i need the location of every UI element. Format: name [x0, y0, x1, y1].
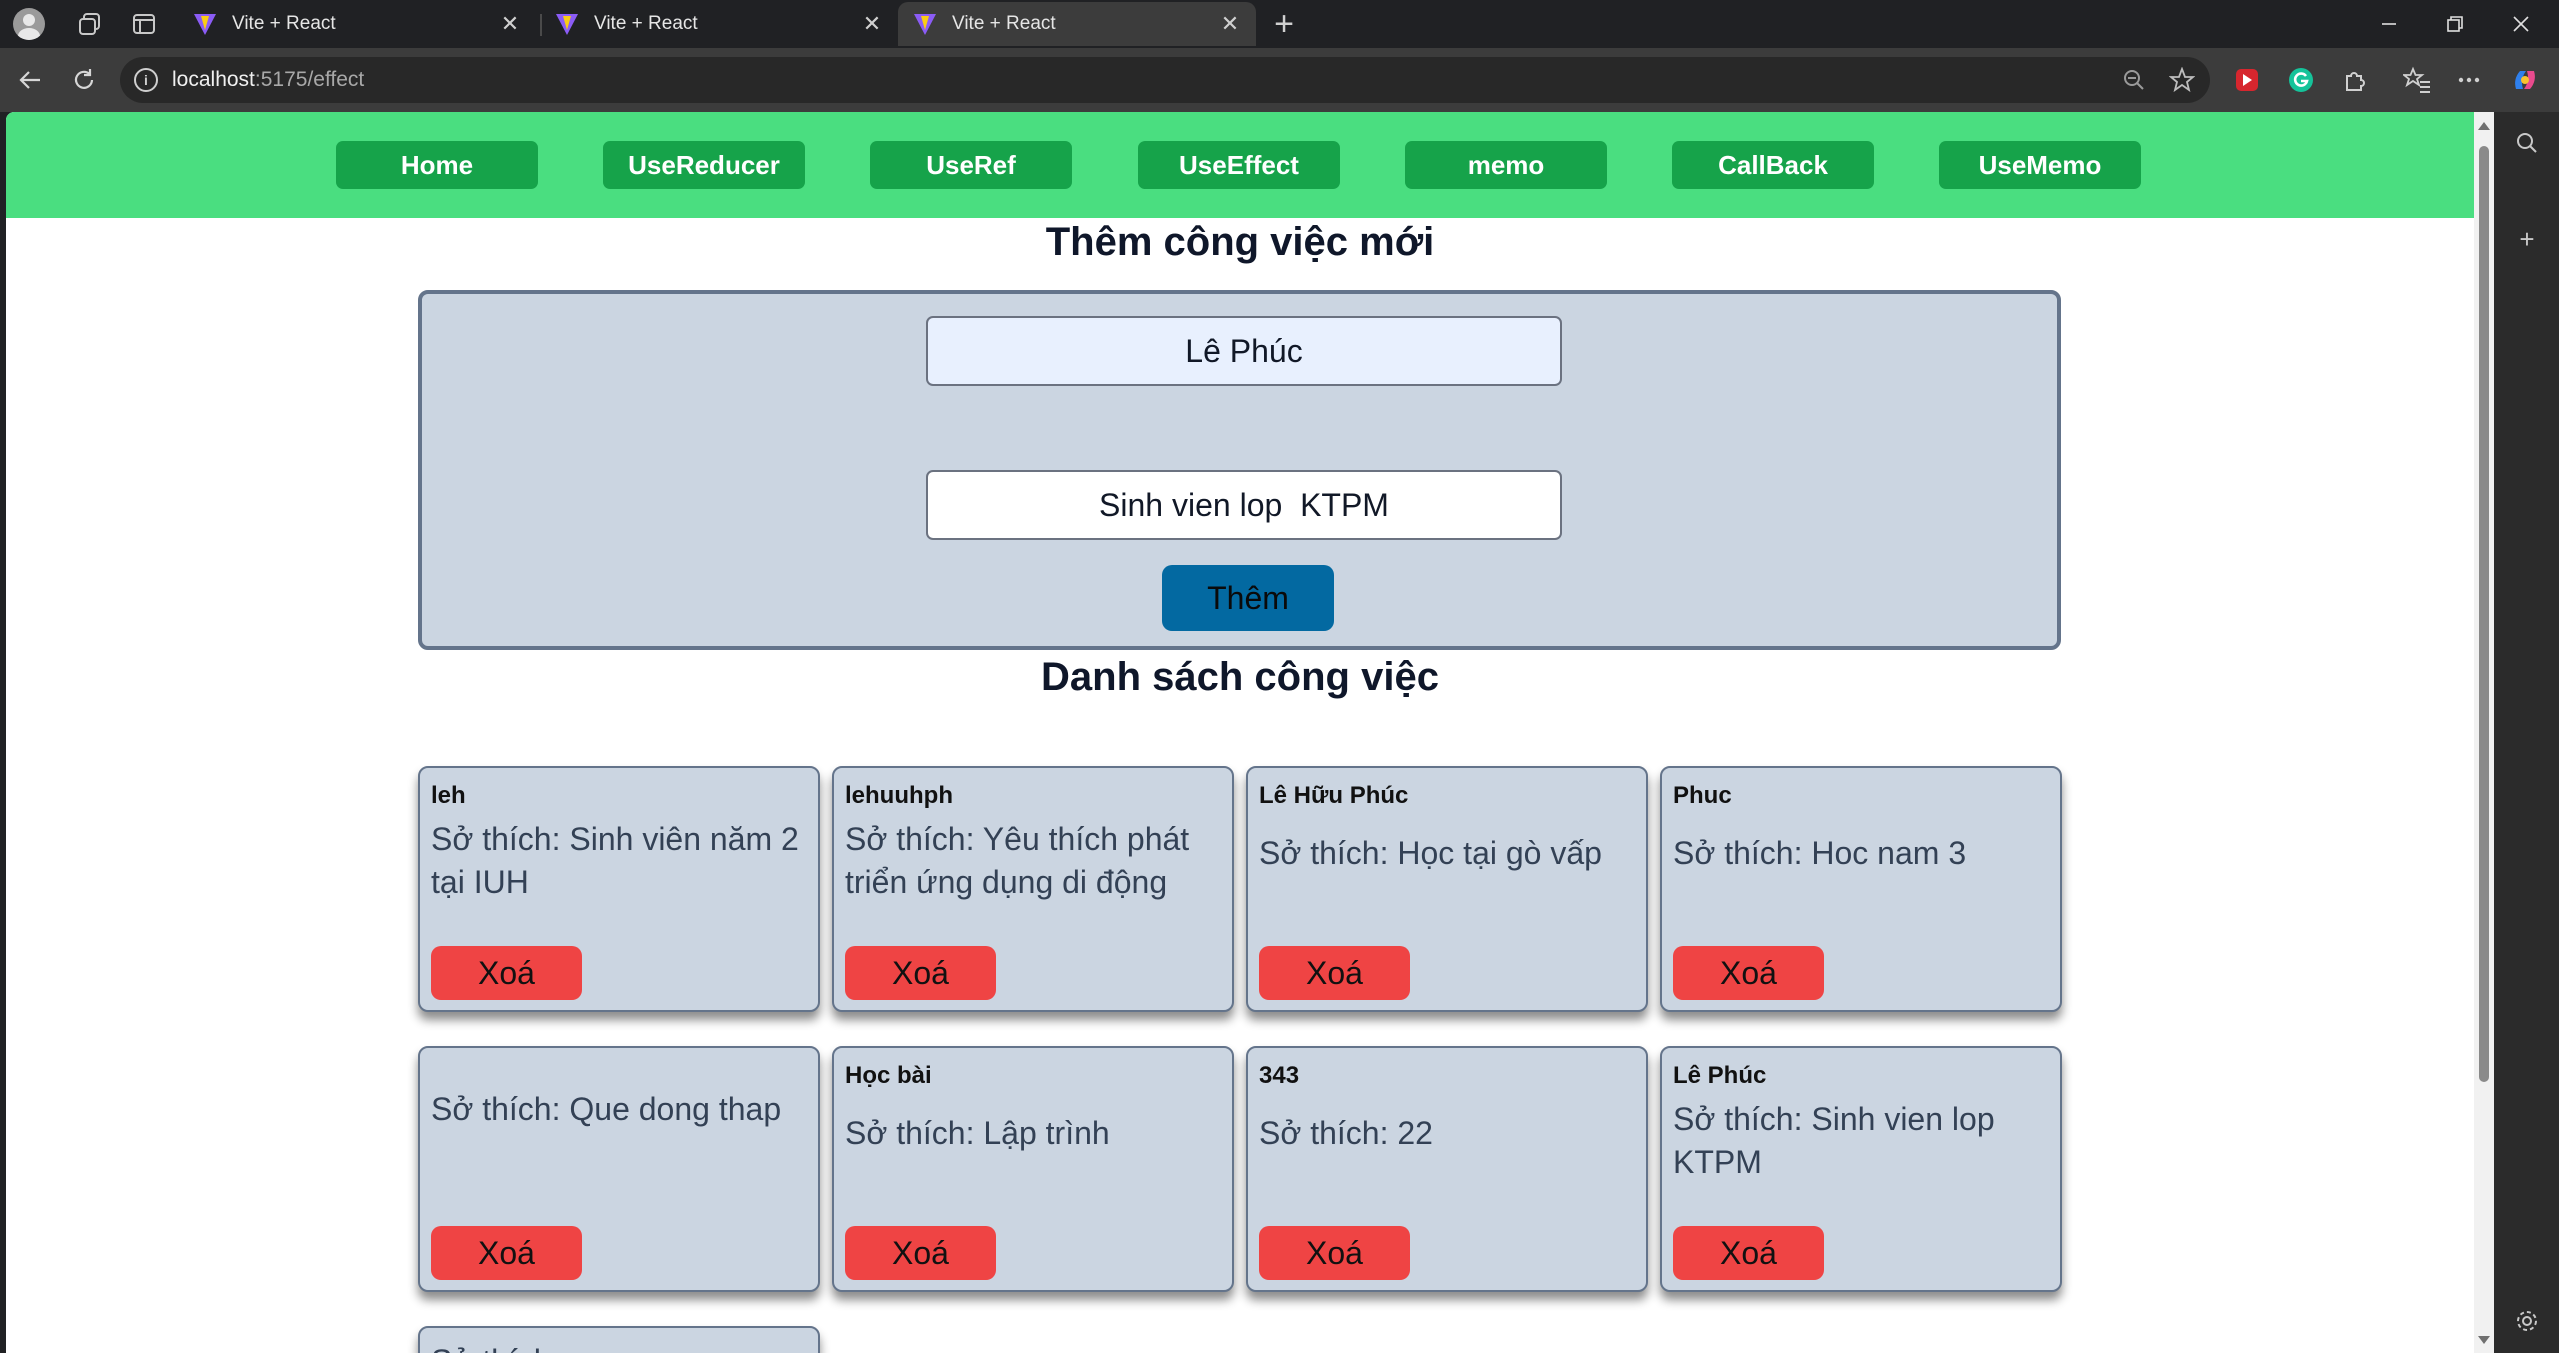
- page-viewport: Home UseReducer UseRef UseEffect memo Ca…: [6, 112, 2474, 1353]
- browser-toolbar: i localhost:5175/effect: [0, 48, 2559, 112]
- tab-title: Vite + React: [232, 13, 336, 34]
- card-description: Sở thích: Hoc nam 3: [1673, 835, 1967, 871]
- nav-link-memo[interactable]: memo: [1405, 141, 1607, 189]
- card-name: Lê Phúc: [1673, 1062, 1767, 1089]
- card-name: lehuuhph: [845, 782, 953, 809]
- nav-link-usereducer[interactable]: UseReducer: [603, 141, 805, 189]
- nav-link-useeffect[interactable]: UseEffect: [1138, 141, 1340, 189]
- browser-tab-strip: Vite + React ✕ Vite + React ✕ Vite + Rea…: [0, 0, 2559, 48]
- form-title: Thêm công việc mới: [1045, 220, 1435, 264]
- card-description: Sở thích: Que dong thap: [431, 1091, 782, 1127]
- task-card: Học bài Sở thích: Lập trình Xoá: [832, 1046, 1234, 1292]
- card-description: Sở thích: Học tại gò vấp: [1259, 835, 1602, 871]
- nav-link-home[interactable]: Home: [336, 141, 538, 189]
- tab-title: Vite + React: [952, 13, 1056, 34]
- top-navbar: Home UseReducer UseRef UseEffect memo Ca…: [6, 112, 2474, 218]
- task-card: Lê Phúc Sở thích: Sinh vien lop KTPM Xoá: [1660, 1046, 2062, 1292]
- zoom-icon[interactable]: [2116, 57, 2152, 103]
- delete-button[interactable]: Xoá: [431, 1226, 582, 1280]
- address-bar[interactable]: i localhost:5175/effect: [120, 57, 2210, 103]
- workspaces-icon[interactable]: [66, 4, 114, 44]
- minimize-icon[interactable]: [2356, 0, 2422, 48]
- list-title: Danh sách công việc: [1041, 655, 1439, 699]
- tab-close-icon[interactable]: ✕: [1218, 11, 1242, 36]
- settings-gear-icon[interactable]: [2510, 1304, 2544, 1338]
- delete-button[interactable]: Xoá: [1259, 1226, 1410, 1280]
- description-input[interactable]: [926, 470, 1562, 540]
- search-icon[interactable]: [2510, 126, 2544, 160]
- extensions-puzzle-icon[interactable]: [2338, 63, 2372, 97]
- task-card: Phuc Sở thích: Hoc nam 3 Xoá: [1660, 766, 2062, 1012]
- new-tab-icon[interactable]: +: [1264, 5, 1304, 43]
- card-description: Sở thích: Yêu thích phát triển ứng dụng …: [845, 821, 1190, 900]
- task-card: Sở thích:: [418, 1326, 820, 1353]
- card-description: Sở thích:: [431, 1340, 804, 1353]
- grammarly-icon[interactable]: [2284, 63, 2318, 97]
- task-card: leh Sở thích: Sinh viên năm 2 tại IUH Xo…: [418, 766, 820, 1012]
- reload-icon[interactable]: [64, 60, 104, 100]
- url-host: localhost: [172, 68, 255, 91]
- card-name: leh: [431, 782, 466, 809]
- card-description: Sở thích: Sinh vien lop KTPM: [1673, 1101, 1995, 1180]
- site-info-icon[interactable]: i: [134, 68, 158, 92]
- browser-tab[interactable]: Vite + React ✕: [540, 2, 898, 46]
- task-card: Lê Hữu Phúc Sở thích: Học tại gò vấp Xoá: [1246, 766, 1648, 1012]
- scrollbar-thumb[interactable]: [2479, 146, 2489, 1082]
- card-name: Học bài: [845, 1062, 932, 1089]
- delete-button[interactable]: Xoá: [431, 946, 582, 1000]
- nav-link-useref[interactable]: UseRef: [870, 141, 1072, 189]
- nav-link-usememo[interactable]: UseMemo: [1939, 141, 2141, 189]
- card-description: Sở thích: 22: [1259, 1115, 1433, 1151]
- add-button[interactable]: Thêm: [1162, 565, 1334, 631]
- vite-logo-icon: [914, 14, 936, 35]
- more-options-icon[interactable]: [2452, 63, 2486, 97]
- tab-close-icon[interactable]: ✕: [498, 11, 522, 36]
- delete-button[interactable]: Xoá: [845, 1226, 996, 1280]
- task-card: 343 Sở thích: 22 Xoá: [1246, 1046, 1648, 1292]
- add-sidebar-icon[interactable]: +: [2510, 222, 2544, 256]
- browser-tab[interactable]: Vite + React ✕: [178, 2, 536, 46]
- profile-avatar-icon[interactable]: [5, 4, 53, 44]
- tab-actions-icon[interactable]: [120, 4, 168, 44]
- delete-button[interactable]: Xoá: [1259, 946, 1410, 1000]
- name-input[interactable]: [926, 316, 1562, 386]
- task-card: lehuuhph Sở thích: Yêu thích phát triển …: [832, 766, 1234, 1012]
- extension-red-icon[interactable]: [2230, 63, 2264, 97]
- card-description: Sở thích: Sinh viên năm 2 tại IUH: [431, 821, 799, 900]
- copilot-icon[interactable]: [2508, 63, 2542, 97]
- page-scrollbar[interactable]: [2474, 112, 2494, 1353]
- vite-logo-icon: [194, 14, 216, 35]
- back-icon[interactable]: [10, 60, 50, 100]
- favorite-star-icon[interactable]: [2164, 57, 2200, 103]
- vite-logo-icon: [556, 14, 578, 35]
- card-name: Phuc: [1673, 782, 1732, 809]
- url-path: :5175/effect: [254, 68, 365, 91]
- card-name: 343: [1259, 1062, 1300, 1089]
- card-description: Sở thích: Lập trình: [845, 1115, 1110, 1151]
- browser-tab-active[interactable]: Vite + React ✕: [898, 2, 1256, 46]
- browser-side-panel: +: [2494, 112, 2559, 1353]
- delete-button[interactable]: Xoá: [1673, 1226, 1824, 1280]
- task-card: Sở thích: Que dong thap Xoá: [418, 1046, 820, 1292]
- favorites-list-icon[interactable]: [2400, 63, 2434, 97]
- nav-link-callback[interactable]: CallBack: [1672, 141, 1874, 189]
- card-name: Lê Hữu Phúc: [1259, 782, 1409, 809]
- restore-icon[interactable]: [2422, 0, 2488, 48]
- tab-close-icon[interactable]: ✕: [860, 11, 884, 36]
- add-task-form: Thêm: [418, 290, 2061, 650]
- delete-button[interactable]: Xoá: [1673, 946, 1824, 1000]
- delete-button[interactable]: Xoá: [845, 946, 996, 1000]
- tab-title: Vite + React: [594, 13, 698, 34]
- close-window-icon[interactable]: [2488, 0, 2554, 48]
